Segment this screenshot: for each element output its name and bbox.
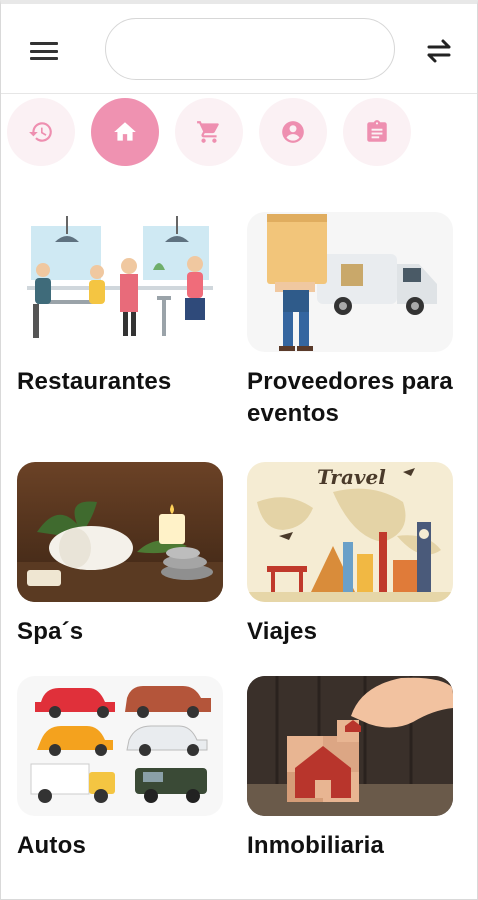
- clipboard-icon: [367, 120, 387, 142]
- category-card-autos[interactable]: Autos: [17, 676, 225, 862]
- delivery-image: [247, 212, 453, 352]
- category-label: Autos: [17, 832, 86, 859]
- tab-account[interactable]: [259, 98, 327, 166]
- category-label: Spa´s: [17, 618, 84, 645]
- account-icon: [282, 121, 304, 143]
- top-bar: [1, 4, 477, 94]
- category-label: Restaurantes: [17, 368, 172, 395]
- history-icon: [29, 122, 52, 142]
- category-card-viajes[interactable]: Travel Viajes: [247, 462, 455, 648]
- swap-arrows-icon: [427, 39, 451, 63]
- app-frame: Restaurantes Proveedores para eventos Sp…: [0, 0, 478, 900]
- home-icon: [114, 122, 136, 141]
- menu-icon-line: [30, 57, 58, 60]
- spa-image: [17, 462, 223, 602]
- restaurant-image: [17, 212, 223, 352]
- menu-icon-line: [30, 49, 58, 53]
- category-label: Inmobiliaria: [247, 832, 385, 859]
- category-card-spas[interactable]: Spa´s: [17, 462, 225, 648]
- menu-button[interactable]: [27, 38, 61, 64]
- travel-title-text: Travel: [317, 465, 386, 489]
- category-card-inmobiliaria[interactable]: Inmobiliaria: [247, 676, 455, 862]
- cars-image: [17, 676, 223, 816]
- tab-orders[interactable]: [343, 98, 411, 166]
- search-input[interactable]: [105, 18, 395, 80]
- tab-history[interactable]: [7, 98, 75, 166]
- travel-image: Travel: [247, 462, 453, 602]
- category-card-restaurantes[interactable]: Restaurantes: [17, 212, 225, 398]
- menu-icon-line: [30, 42, 58, 45]
- tab-home[interactable]: [91, 98, 159, 166]
- icon-tab-bar: [1, 96, 477, 168]
- category-label: Proveedores para eventos: [247, 368, 453, 427]
- category-label: Viajes: [247, 618, 318, 645]
- category-card-proveedores[interactable]: Proveedores para eventos: [247, 212, 455, 430]
- swap-button[interactable]: [421, 36, 457, 66]
- tab-cart[interactable]: [175, 98, 243, 166]
- cart-icon: [197, 121, 219, 143]
- real-estate-image: [247, 676, 453, 816]
